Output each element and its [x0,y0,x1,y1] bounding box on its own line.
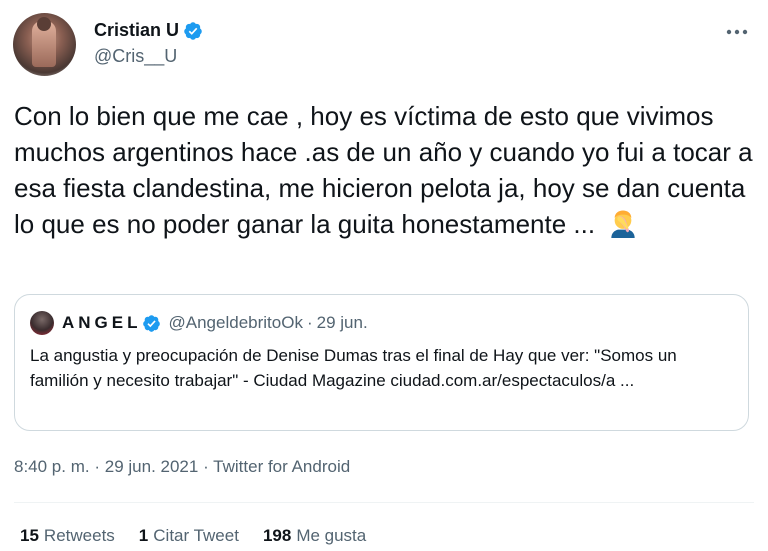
quoted-display-name[interactable]: ANGEL [62,313,142,333]
verified-badge-icon [142,314,160,332]
verified-badge-icon [184,21,202,40]
tweet-date[interactable]: 29 jun. 2021 [105,457,199,476]
tweet-text: Con lo bien que me cae , hoy es víctima … [14,101,753,239]
tweet-card: Cristian U @Cris__U Con lo bien que me c… [0,0,768,551]
likes-count: 198 [262,526,292,545]
more-options-button[interactable] [722,18,752,46]
facepalm-emoji-icon [611,210,635,238]
meta-separator: · [203,457,209,476]
quotes-stat[interactable]: 1 Citar Tweet [139,526,239,546]
tweet-time[interactable]: 8:40 p. m. [14,457,90,476]
retweets-count: 15 [20,526,39,545]
tweet-stats: 15 Retweets 1 Citar Tweet 198 Me gusta [20,526,390,546]
more-dots-icon [726,29,748,35]
quoted-tweet-text: La angustia y preocupación de Denise Dum… [30,346,677,390]
retweets-label: Retweets [43,526,115,545]
quoted-handle[interactable]: @AngeldebritoOk [169,313,303,333]
meta-separator: · [94,457,101,476]
likes-stat[interactable]: 198 Me gusta [263,526,366,546]
quoted-tweet-card[interactable]: ANGEL @AngeldebritoOk · 29 jun. La angus… [14,294,749,431]
quotes-count: 1 [138,526,149,545]
likes-label: Me gusta [296,526,367,545]
tweet-source[interactable]: Twitter for Android [213,457,350,476]
tweet-text-block: Con lo bien que me cae , hoy es víctima … [14,98,754,242]
tweet-meta: 8:40 p. m. · 29 jun. 2021 · Twitter for … [14,457,350,477]
author-handle[interactable]: @Cris__U [94,46,177,67]
quoted-separator: · [306,313,313,332]
quoted-avatar[interactable] [30,311,54,335]
profile-avatar[interactable] [13,13,76,76]
author-name-row: Cristian U [94,20,203,41]
author-display-name[interactable]: Cristian U [94,20,179,41]
quotes-label: Citar Tweet [153,526,239,545]
quoted-tweet-header: ANGEL @AngeldebritoOk · 29 jun. [62,313,368,333]
retweets-stat[interactable]: 15 Retweets [20,526,115,546]
divider [14,502,754,503]
avatar-head [37,17,51,31]
quoted-date[interactable]: 29 jun. [317,313,368,333]
